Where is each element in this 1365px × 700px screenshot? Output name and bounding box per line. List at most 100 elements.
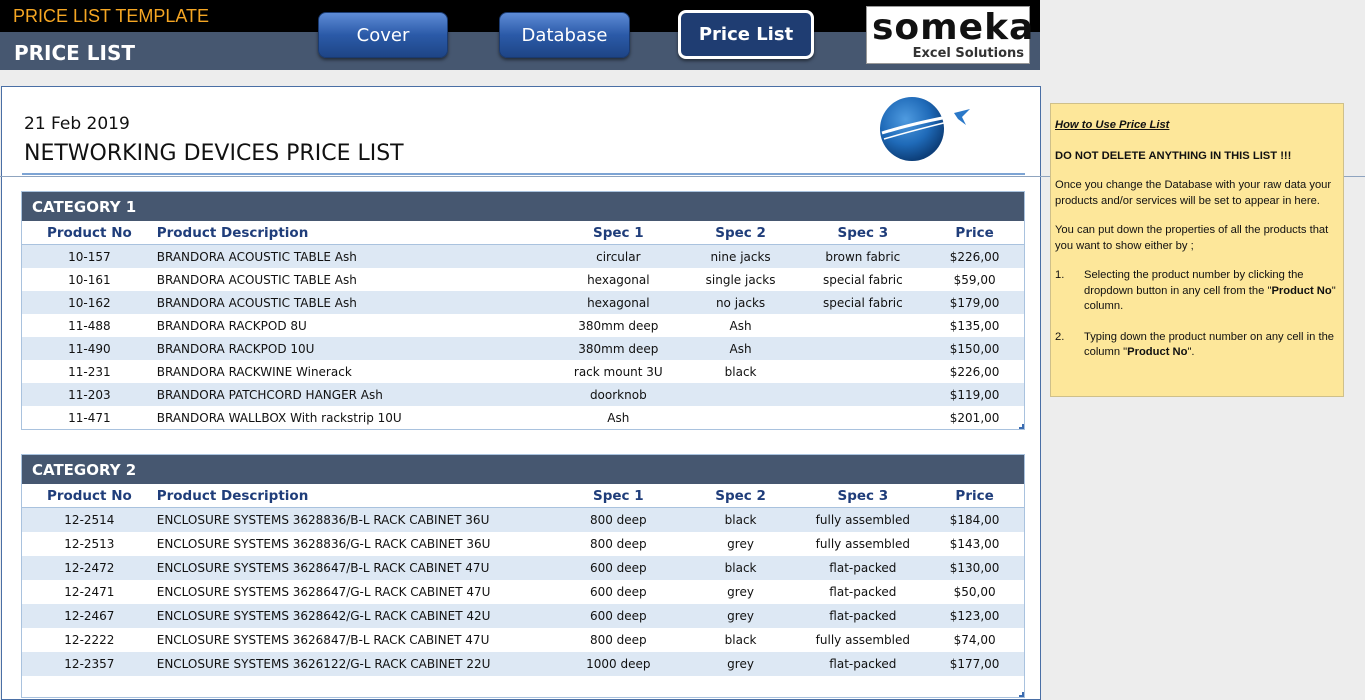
help-step-2: 2. Typing down the product number on any… [1055, 330, 1339, 361]
spec-1-cell: 600 deep [589, 609, 647, 623]
table-row[interactable]: 11-488 BRANDORA RACKPOD 8U 380mm deep As… [22, 314, 1024, 337]
spec-1-cell: 800 deep [589, 537, 647, 551]
description-cell: BRANDORA RACKPOD 8U [156, 318, 307, 333]
help-note: How to Use Price List DO NOT DELETE ANYT… [1050, 103, 1344, 397]
table-row[interactable]: 12-2514 ENCLOSURE SYSTEMS 3628836/B-L RA… [22, 508, 1024, 532]
table-resize-handle[interactable] [1019, 424, 1024, 429]
cover-button[interactable]: Cover [318, 12, 448, 58]
description-cell: BRANDORA PATCHCORD HANGER Ash [156, 387, 383, 402]
help-step-2-pre: Typing down the product number on any ce… [1084, 330, 1335, 359]
spec-1-cell: 800 deep [589, 513, 647, 527]
help-step-1-number: 1. [1055, 269, 1065, 281]
spec-2-cell: black [724, 513, 757, 527]
product-no-cell[interactable]: 10-157 [22, 250, 157, 264]
table-row[interactable]: 11-471 BRANDORA WALLBOX With rackstrip 1… [22, 406, 1024, 429]
price-cell: $119,00 [949, 387, 1000, 402]
category-1-column-headers: Product No Product Description Spec 1 Sp… [22, 221, 1024, 245]
product-no-cell[interactable]: 12-2357 [22, 657, 157, 671]
document-title: NETWORKING DEVICES PRICE LIST [24, 141, 404, 166]
spec-2-cell: black [724, 364, 757, 379]
col-spec-3: Spec 3 [837, 224, 889, 241]
help-step-2-post: ". [1187, 346, 1195, 358]
spec-1-cell: rack mount 3U [573, 364, 663, 379]
product-no-cell[interactable]: 11-471 [22, 411, 157, 425]
help-step-1-text: Selecting the product number by clicking… [1084, 268, 1339, 315]
description-cell: ENCLOSURE SYSTEMS 3628836/G-L RACK CABIN… [156, 537, 491, 551]
description-cell: BRANDORA RACKWINE Winerack [156, 364, 352, 379]
table-row[interactable]: 11-231 BRANDORA RACKWINE Winerack rack m… [22, 360, 1024, 383]
table-row[interactable]: 12-2222 ENCLOSURE SYSTEMS 3626847/B-L RA… [22, 628, 1024, 652]
spec-1-cell: 1000 deep [586, 657, 651, 671]
spec-3-cell: special fabric [822, 272, 903, 287]
product-no-cell[interactable]: 12-2472 [22, 561, 157, 575]
title-divider [22, 173, 1025, 175]
price-cell: $59,00 [953, 272, 996, 287]
product-no-cell[interactable]: 10-162 [22, 296, 157, 310]
spec-1-cell: circular [596, 249, 641, 264]
product-no-cell[interactable]: 11-231 [22, 365, 157, 379]
product-no-cell[interactable]: 11-203 [22, 388, 157, 402]
help-step-2-number: 2. [1055, 330, 1065, 343]
table-row[interactable]: 12-2472 ENCLOSURE SYSTEMS 3628647/B-L RA… [22, 556, 1024, 580]
spec-2-cell: black [724, 633, 757, 647]
table-row[interactable]: 10-157 BRANDORA ACOUSTIC TABLE Ash circu… [22, 245, 1024, 268]
spec-2-cell: single jacks [705, 272, 776, 287]
price-cell: $226,00 [949, 249, 1000, 264]
description-cell: BRANDORA RACKPOD 10U [156, 341, 315, 356]
description-cell: BRANDORA ACOUSTIC TABLE Ash [156, 295, 357, 310]
description-cell: ENCLOSURE SYSTEMS 3626847/B-L RACK CABIN… [156, 633, 490, 647]
product-no-cell[interactable]: 12-2467 [22, 609, 157, 623]
category-1-heading: CATEGORY 1 [22, 192, 1024, 221]
col-spec-2: Spec 2 [715, 224, 766, 241]
product-no-cell[interactable]: 12-2471 [22, 585, 157, 599]
col-product-description: Product Description [156, 487, 309, 504]
product-no-cell[interactable]: 11-490 [22, 342, 157, 356]
product-no-cell[interactable]: 12-2514 [22, 513, 157, 527]
spec-1-cell: 600 deep [589, 585, 647, 599]
spec-3-cell: flat-packed [829, 657, 897, 671]
spec-2-cell: no jacks [715, 295, 766, 310]
help-paragraph-1: Once you change the Database with your r… [1055, 179, 1332, 207]
product-no-cell[interactable]: 10-161 [22, 273, 157, 287]
spec-1-cell: hexagonal [587, 295, 650, 310]
price-cell: $143,00 [949, 537, 1000, 551]
description-cell: ENCLOSURE SYSTEMS 3628647/B-L RACK CABIN… [156, 561, 490, 575]
spec-3-cell: flat-packed [829, 609, 897, 623]
database-button[interactable]: Database [499, 12, 630, 58]
table-row[interactable]: 10-161 BRANDORA ACOUSTIC TABLE Ash hexag… [22, 268, 1024, 291]
spec-2-cell: black [724, 561, 757, 575]
category-2-table: CATEGORY 2 Product No Product Descriptio… [21, 454, 1025, 698]
category-2-heading: CATEGORY 2 [22, 455, 1024, 484]
table-row[interactable]: 12-2471 ENCLOSURE SYSTEMS 3628647/G-L RA… [22, 580, 1024, 604]
spec-3-cell: fully assembled [815, 537, 910, 551]
help-steps: 1. Selecting the product number by click… [1055, 268, 1339, 361]
price-cell: $179,00 [949, 295, 1000, 310]
table-row[interactable]: 12-2357 ENCLOSURE SYSTEMS 3626122/G-L RA… [22, 652, 1024, 676]
price-cell: $201,00 [949, 410, 1000, 425]
spec-1-cell: Ash [607, 410, 630, 425]
table-resize-handle[interactable] [1019, 692, 1024, 697]
table-row[interactable]: 11-203 BRANDORA PATCHCORD HANGER Ash doo… [22, 383, 1024, 406]
spec-3-cell: flat-packed [829, 585, 897, 599]
category-1-table: CATEGORY 1 Product No Product Descriptio… [21, 191, 1025, 430]
col-spec-1: Spec 1 [592, 224, 644, 241]
help-step-2-text: Typing down the product number on any ce… [1084, 330, 1339, 361]
product-no-cell[interactable]: 12-2513 [22, 537, 157, 551]
price-cell: $123,00 [949, 609, 1000, 623]
table-row[interactable]: 11-490 BRANDORA RACKPOD 10U 380mm deep A… [22, 337, 1024, 360]
table-row[interactable]: 12-2467 ENCLOSURE SYSTEMS 3628642/G-L RA… [22, 604, 1024, 628]
someka-logo[interactable]: someka Excel Solutions [866, 6, 1033, 64]
price-list-button[interactable]: Price List [678, 10, 814, 59]
description-cell: BRANDORA ACOUSTIC TABLE Ash [156, 272, 357, 287]
price-list-sheet: 21 Feb 2019 NETWORKING DEVICES PRICE LIS… [1, 86, 1041, 700]
table-row[interactable]: 10-162 BRANDORA ACOUSTIC TABLE Ash hexag… [22, 291, 1024, 314]
spec-1-cell: 380mm deep [578, 318, 659, 333]
document-date: 21 Feb 2019 [24, 114, 130, 134]
spec-1-cell: hexagonal [587, 272, 650, 287]
product-no-cell[interactable]: 11-488 [22, 319, 157, 333]
table-row[interactable]: 12-2513 ENCLOSURE SYSTEMS 3628836/G-L RA… [22, 532, 1024, 556]
spec-1-cell: 800 deep [589, 633, 647, 647]
product-no-cell[interactable]: 12-2222 [22, 633, 157, 647]
price-cell: $130,00 [949, 561, 1000, 575]
spec-3-cell: fully assembled [815, 513, 910, 527]
